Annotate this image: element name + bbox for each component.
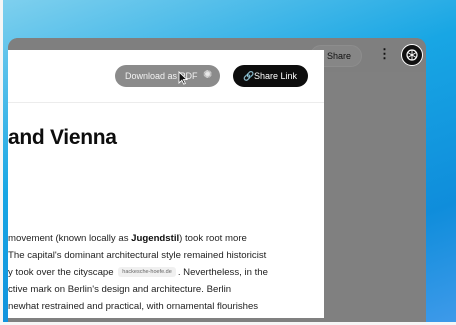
- body-bold-term: Jugendstil: [131, 233, 180, 244]
- more-vertical-icon[interactable]: ⋮: [378, 46, 391, 62]
- body-text: . Nevertheless, in the: [177, 267, 268, 278]
- loading-spinner-icon: ✺: [203, 69, 213, 81]
- citation-chip[interactable]: hackesche-hoefe.de: [118, 267, 176, 278]
- body-line: movement (known locally as Jugendstil) t…: [8, 230, 324, 247]
- body-text: y took over the cityscape: [8, 267, 114, 278]
- body-line: The capital's dominant architectural sty…: [8, 250, 267, 261]
- body-line: newhat restrained and practical, with or…: [8, 301, 259, 312]
- document-body: movement (known locally as Jugendstil) t…: [8, 230, 324, 315]
- document-header: Download as PDF ✺ 🔗 Share Link: [8, 50, 324, 103]
- document-title: and Vienna: [8, 126, 117, 149]
- body-line: y took over the cityscape hackesche-hoef…: [8, 264, 324, 281]
- share-button-label: Share: [327, 51, 352, 61]
- share-link-label: Share Link: [254, 71, 298, 81]
- link-icon: 🔗: [243, 71, 255, 81]
- body-line: ctive mark on Berlin's design and archit…: [8, 284, 232, 295]
- avatar[interactable]: [401, 44, 423, 66]
- document-panel: Download as PDF ✺ 🔗 Share Link and Vienn…: [8, 50, 324, 318]
- openai-logo-icon: [406, 49, 418, 61]
- body-text: ) took root more: [179, 233, 247, 244]
- body-text: movement (known locally as: [8, 233, 132, 244]
- share-link-button[interactable]: 🔗 Share Link: [233, 65, 308, 87]
- mouse-cursor-icon: [178, 71, 188, 85]
